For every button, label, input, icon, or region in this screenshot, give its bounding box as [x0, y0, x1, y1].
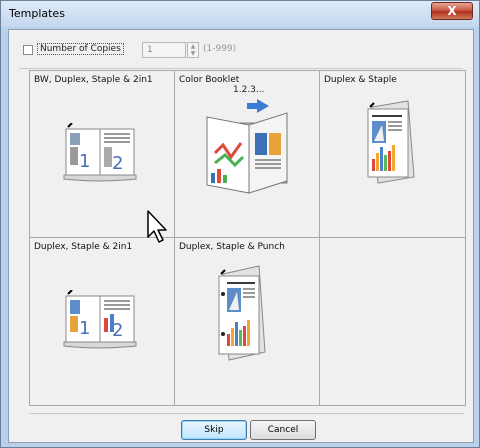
svg-text:1: 1 [79, 151, 90, 172]
copies-range-hint: (1-999) [203, 44, 237, 54]
duplex-staple-punch-document-icon [218, 265, 266, 361]
divider [19, 68, 463, 69]
svg-text:2: 2 [112, 153, 123, 174]
close-icon: X [447, 4, 457, 18]
number-of-copies-label[interactable]: Number of Copies [37, 43, 124, 55]
number-of-copies-checkbox[interactable] [23, 45, 33, 55]
spin-up-icon[interactable]: ▲ [188, 43, 198, 50]
mouse-pointer-icon [147, 210, 167, 243]
two-in-one-document-icon: 1 2 [63, 290, 137, 349]
template-label: Duplex, Staple & 2in1 [34, 242, 133, 252]
divider [29, 413, 464, 414]
title-bar: Templates X [1, 1, 479, 27]
duplex-staple-document-icon [367, 100, 415, 184]
template-duplex-staple-2in1[interactable]: Duplex, Staple & 2in1 1 2 [30, 238, 175, 405]
spin-down-icon[interactable]: ▼ [188, 50, 198, 57]
templates-dialog: Templates X Number of Copies 1 ▲ ▼ (1-999… [0, 0, 480, 448]
template-label: Duplex, Staple & Punch [179, 242, 285, 252]
copies-spinner[interactable]: ▲ ▼ [187, 42, 199, 58]
template-duplex-staple[interactable]: Duplex & Staple [320, 71, 465, 238]
skip-button[interactable]: Skip [181, 420, 247, 440]
copies-input[interactable]: 1 [142, 42, 186, 58]
template-label: Color Booklet [179, 75, 240, 85]
dialog-client-area: Number of Copies 1 ▲ ▼ (1-999) BW, Duplex… [8, 29, 474, 443]
color-booklet-icon [206, 99, 288, 194]
template-empty-slot [320, 238, 465, 405]
svg-text:1: 1 [79, 318, 90, 339]
template-label: BW, Duplex, Staple & 2in1 [34, 75, 153, 85]
two-in-one-document-icon: 1 2 [63, 123, 137, 182]
close-button[interactable]: X [431, 2, 473, 20]
cancel-button[interactable]: Cancel [250, 420, 316, 440]
template-duplex-staple-punch[interactable]: Duplex, Staple & Punch [175, 238, 320, 405]
template-label: Duplex & Staple [324, 75, 397, 85]
window-title: Templates [9, 7, 65, 20]
template-color-booklet[interactable]: Color Booklet 1.2.3... [175, 71, 320, 238]
template-grid: BW, Duplex, Staple & 2in1 1 2 Color Book… [29, 70, 466, 406]
